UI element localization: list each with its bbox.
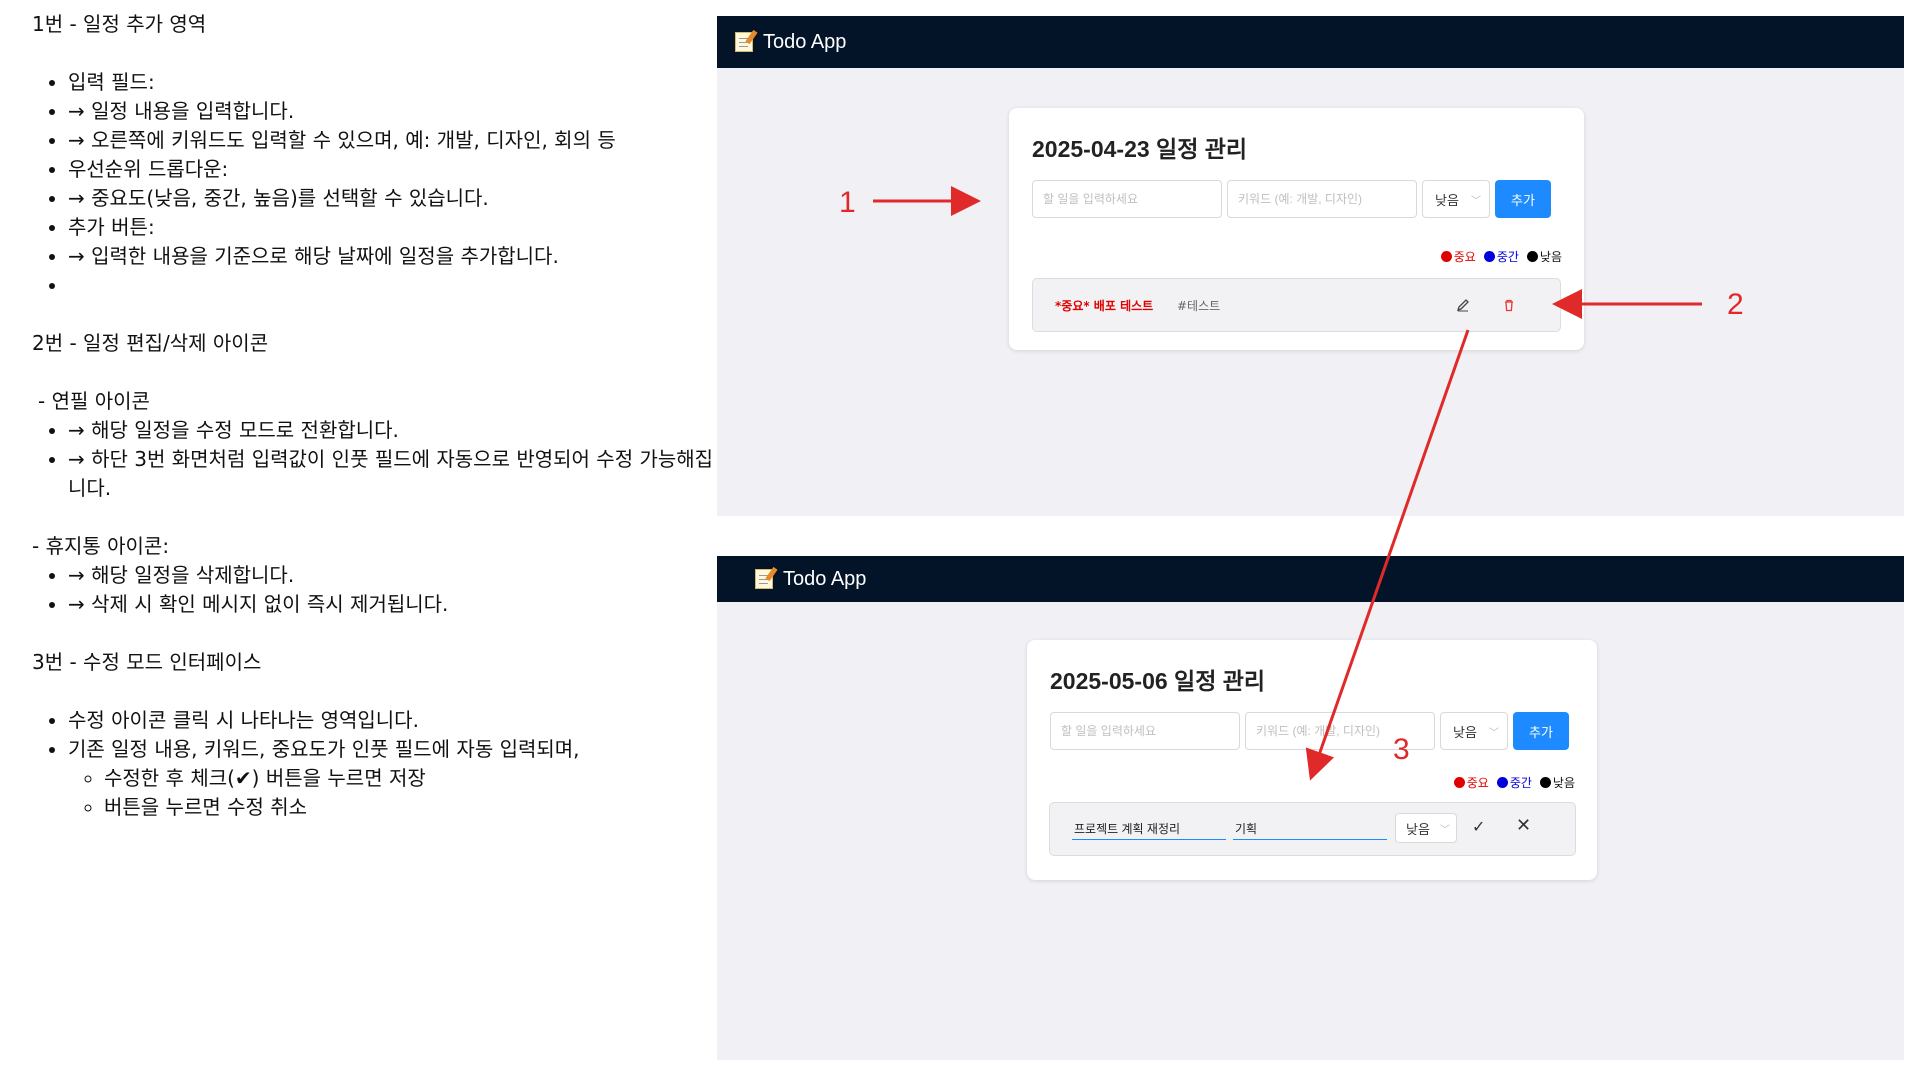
page-title: 2025-04-23 일정 관리 — [1032, 136, 1248, 162]
list-item: → 삭제 시 확인 메시지 없이 즉시 제거됩니다. — [68, 590, 722, 619]
legend-label: 중요 — [1453, 250, 1476, 264]
pencil-list: → 해당 일정을 수정 모드로 전환합니다. → 하단 3번 화면처럼 입력값이… — [32, 416, 722, 503]
blue-dot-icon — [1483, 251, 1495, 262]
black-dot-icon — [1526, 251, 1538, 262]
todo-item: *중요* 배포 테스트 #테스트 — [1032, 278, 1561, 332]
legend-item-high: 중요 — [1440, 248, 1476, 265]
notes-panel: 1번 - 일정 추가 영역 입력 필드: → 일정 내용을 입력합니다. → 오… — [32, 10, 722, 822]
legend-label: 중간 — [1496, 250, 1519, 264]
priority-select[interactable]: 낮음 ﹀ — [1440, 712, 1508, 750]
black-dot-icon — [1539, 777, 1551, 788]
list-item: → 일정 내용을 입력합니다. — [68, 97, 722, 126]
list-item: → 해당 일정을 삭제합니다. — [68, 561, 722, 590]
list-item — [68, 271, 722, 300]
list-item: 기존 일정 내용, 키워드, 중요도가 인풋 필드에 자동 입력되며, 수정한 … — [68, 735, 722, 822]
priority-value: 낮음 — [1406, 822, 1430, 838]
todo-input[interactable] — [1050, 712, 1240, 750]
add-todo-form: 낮음 ﹀ 추가 — [1050, 712, 1569, 750]
legend-label: 낮음 — [1539, 250, 1562, 264]
chevron-down-icon: ﹀ — [1471, 195, 1481, 207]
todo-text: *중요* 배포 테스트 — [1055, 299, 1154, 313]
list-item: → 하단 3번 화면처럼 입력값이 인풋 필드에 자동으로 반영되어 수정 가능… — [68, 445, 722, 503]
list-item: → 오른쪽에 키워드도 입력할 수 있으며, 예: 개발, 디자인, 회의 등 — [68, 126, 722, 155]
schedule-card: 2025-05-06 일정 관리 낮음 ﹀ 추가 중요 중간 낮음 낮음 ﹀ ✓… — [1027, 640, 1597, 880]
pencil-icon[interactable] — [1453, 295, 1473, 315]
close-icon[interactable]: ✕ — [1516, 815, 1531, 836]
blue-dot-icon — [1496, 777, 1508, 788]
legend-item-high: 중요 — [1453, 774, 1489, 791]
screenshot-add-mode: Todo App 2025-04-23 일정 관리 낮음 ﹀ 추가 중요 중간 … — [717, 16, 1904, 516]
annotation-1: 1 — [839, 186, 856, 219]
section1-list: 입력 필드: → 일정 내용을 입력합니다. → 오른쪽에 키워드도 입력할 수… — [32, 68, 722, 300]
section3-title: 3번 - 수정 모드 인터페이스 — [32, 650, 262, 674]
edit-keyword-field[interactable] — [1233, 817, 1387, 840]
list-item: 수정 아이콘 클릭 시 나타나는 영역입니다. — [68, 706, 722, 735]
section2-title: 2번 - 일정 편집/삭제 아이콘 — [32, 331, 269, 355]
trash-heading: - 휴지통 아이콘: — [32, 534, 170, 558]
list-item: → 중요도(낮음, 중간, 높음)를 선택할 수 있습니다. — [68, 184, 722, 213]
list-item: → 해당 일정을 수정 모드로 전환합니다. — [68, 416, 722, 445]
priority-value: 낮음 — [1453, 725, 1477, 741]
trash-icon[interactable] — [1499, 295, 1519, 315]
memo-icon — [735, 32, 753, 52]
add-todo-form: 낮음 ﹀ 추가 — [1032, 180, 1551, 218]
app-title: Todo App — [763, 30, 847, 53]
trash-list: → 해당 일정을 삭제합니다. → 삭제 시 확인 메시지 없이 즉시 제거됩니… — [32, 561, 722, 619]
todo-keyword: #테스트 — [1177, 299, 1221, 313]
todo-edit-row: 낮음 ﹀ ✓ ✕ — [1049, 802, 1576, 856]
red-dot-icon — [1440, 251, 1452, 262]
section1-title: 1번 - 일정 추가 영역 — [32, 12, 207, 36]
list-item: 수정한 후 체크(✔) 버튼을 누르면 저장 — [104, 764, 722, 793]
priority-value: 낮음 — [1435, 193, 1459, 209]
list-item-text: 기존 일정 내용, 키워드, 중요도가 인풋 필드에 자동 입력되며, — [68, 737, 580, 761]
todo-input[interactable] — [1032, 180, 1222, 218]
chevron-down-icon: ﹀ — [1440, 824, 1450, 836]
app-header: Todo App — [717, 556, 1904, 602]
screenshot-edit-mode: Todo App 2025-05-06 일정 관리 낮음 ﹀ 추가 중요 중간 … — [717, 556, 1904, 1060]
list-item: 우선순위 드롭다운: — [68, 155, 722, 184]
edit-priority-select[interactable]: 낮음 ﹀ — [1395, 813, 1457, 843]
legend-item-mid: 중간 — [1483, 248, 1519, 265]
annotation-2: 2 — [1727, 288, 1744, 321]
schedule-card: 2025-04-23 일정 관리 낮음 ﹀ 추가 중요 중간 낮음 *중요* 배… — [1009, 108, 1584, 350]
section3-list: 수정 아이콘 클릭 시 나타나는 영역입니다. 기존 일정 내용, 키워드, 중… — [32, 706, 722, 822]
app-title: Todo App — [783, 567, 867, 590]
priority-legend: 중요 중간 낮음 — [1453, 774, 1575, 791]
edit-text-field[interactable] — [1072, 817, 1226, 840]
legend-item-low: 낮음 — [1539, 774, 1575, 791]
chevron-down-icon: ﹀ — [1489, 727, 1499, 739]
pencil-heading: - 연필 아이콘 — [38, 389, 150, 413]
legend-item-mid: 중간 — [1496, 774, 1532, 791]
legend-item-low: 낮음 — [1526, 248, 1562, 265]
check-icon[interactable]: ✓ — [1472, 817, 1485, 836]
legend-label: 중요 — [1466, 776, 1489, 790]
section3-sublist: 수정한 후 체크(✔) 버튼을 누르면 저장 버튼을 누르면 수정 취소 — [68, 764, 722, 822]
app-header: Todo App — [717, 16, 1904, 68]
page-title: 2025-05-06 일정 관리 — [1050, 668, 1266, 694]
add-button[interactable]: 추가 — [1495, 180, 1551, 218]
list-item: 버튼을 누르면 수정 취소 — [104, 793, 722, 822]
red-dot-icon — [1453, 777, 1465, 788]
list-item: 추가 버튼: — [68, 213, 722, 242]
legend-label: 낮음 — [1552, 776, 1575, 790]
priority-legend: 중요 중간 낮음 — [1440, 248, 1562, 265]
add-button[interactable]: 추가 — [1513, 712, 1569, 750]
memo-icon — [755, 569, 773, 589]
keyword-input[interactable] — [1227, 180, 1417, 218]
list-item: → 입력한 내용을 기준으로 해당 날짜에 일정을 추가합니다. — [68, 242, 722, 271]
list-item: 입력 필드: — [68, 68, 722, 97]
annotation-3: 3 — [1393, 733, 1410, 766]
legend-label: 중간 — [1509, 776, 1532, 790]
priority-select[interactable]: 낮음 ﹀ — [1422, 180, 1490, 218]
